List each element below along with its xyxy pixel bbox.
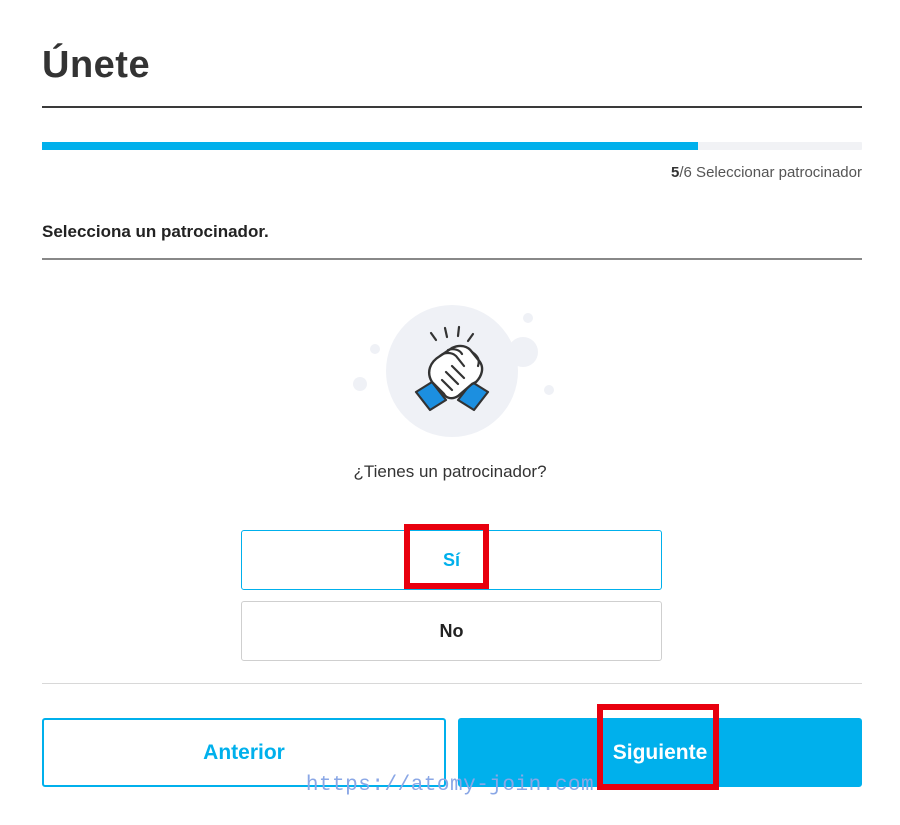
- section-divider: [42, 258, 862, 260]
- footer-divider: [42, 683, 862, 684]
- progress-bar: [42, 142, 862, 150]
- step-name: Seleccionar patrocinador: [691, 164, 862, 181]
- sponsor-yes-option[interactable]: Sí: [241, 530, 662, 590]
- section-title: Selecciona un patrocinador.: [42, 222, 269, 241]
- page-title: Únete: [42, 44, 151, 86]
- watermark: https://atomy-join.com: [305, 774, 595, 797]
- join-page: Únete 5/6 Seleccionar patrocinador Selec…: [0, 0, 900, 825]
- sponsor-yes-label: Sí: [442, 549, 460, 570]
- previous-button-label: Anterior: [203, 740, 285, 764]
- step-indicator: 5/6 Seleccionar patrocinador: [671, 164, 862, 181]
- title-divider: [42, 106, 862, 108]
- sponsor-question: ¿Tienes un patrocinador?: [353, 462, 547, 481]
- sponsor-no-label: No: [439, 620, 464, 641]
- handshake-icon: [353, 305, 554, 437]
- step-total: /6: [679, 164, 692, 181]
- sponsor-no-option[interactable]: No: [241, 601, 662, 661]
- progress-bar-fill: [42, 142, 698, 150]
- next-button-label: Siguiente: [612, 740, 708, 764]
